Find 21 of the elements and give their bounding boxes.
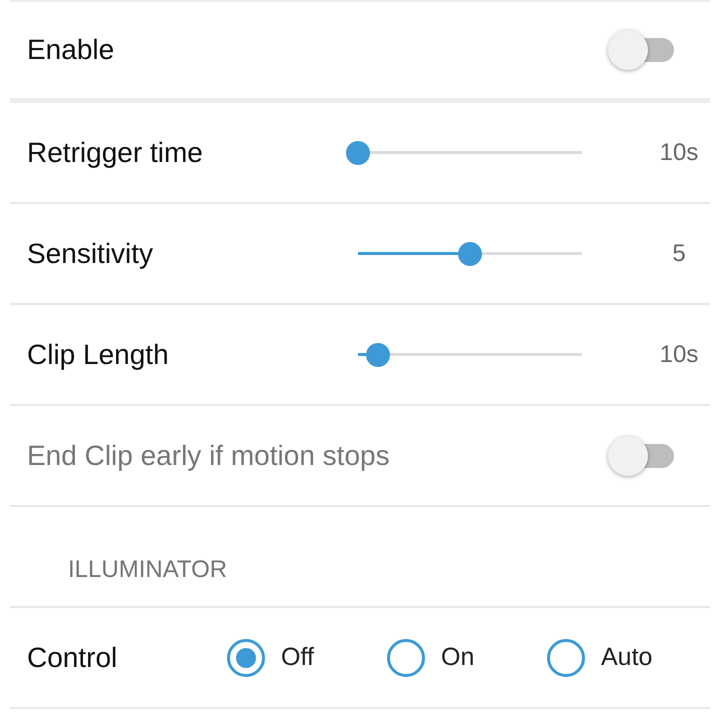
slider-thumb[interactable] — [346, 140, 370, 164]
radio-label: Auto — [601, 643, 652, 672]
radio-label: Off — [281, 643, 314, 672]
setting-label: Enable — [27, 34, 114, 66]
slider-value: 10s — [658, 138, 700, 166]
setting-label: Clip Length — [27, 338, 170, 370]
setting-label: Retrigger time — [27, 136, 204, 168]
slider-value: 10s — [658, 340, 700, 368]
radio-button[interactable] — [547, 638, 585, 676]
slider-thumb[interactable] — [458, 242, 482, 266]
setting-label: End Clip early if motion stops — [27, 440, 390, 472]
toggle-switch[interactable] — [608, 29, 674, 71]
slider-value: 5 — [671, 240, 687, 268]
slider-fill — [358, 353, 366, 356]
radio-label: On — [441, 643, 474, 672]
setting-label: Sensitivity — [27, 238, 154, 270]
section-header: ILLUMINATOR — [68, 556, 228, 584]
radio-button[interactable] — [227, 638, 265, 676]
radio-button[interactable] — [387, 638, 425, 676]
slider-thumb[interactable] — [366, 342, 390, 366]
setting-label: Control — [27, 642, 118, 674]
